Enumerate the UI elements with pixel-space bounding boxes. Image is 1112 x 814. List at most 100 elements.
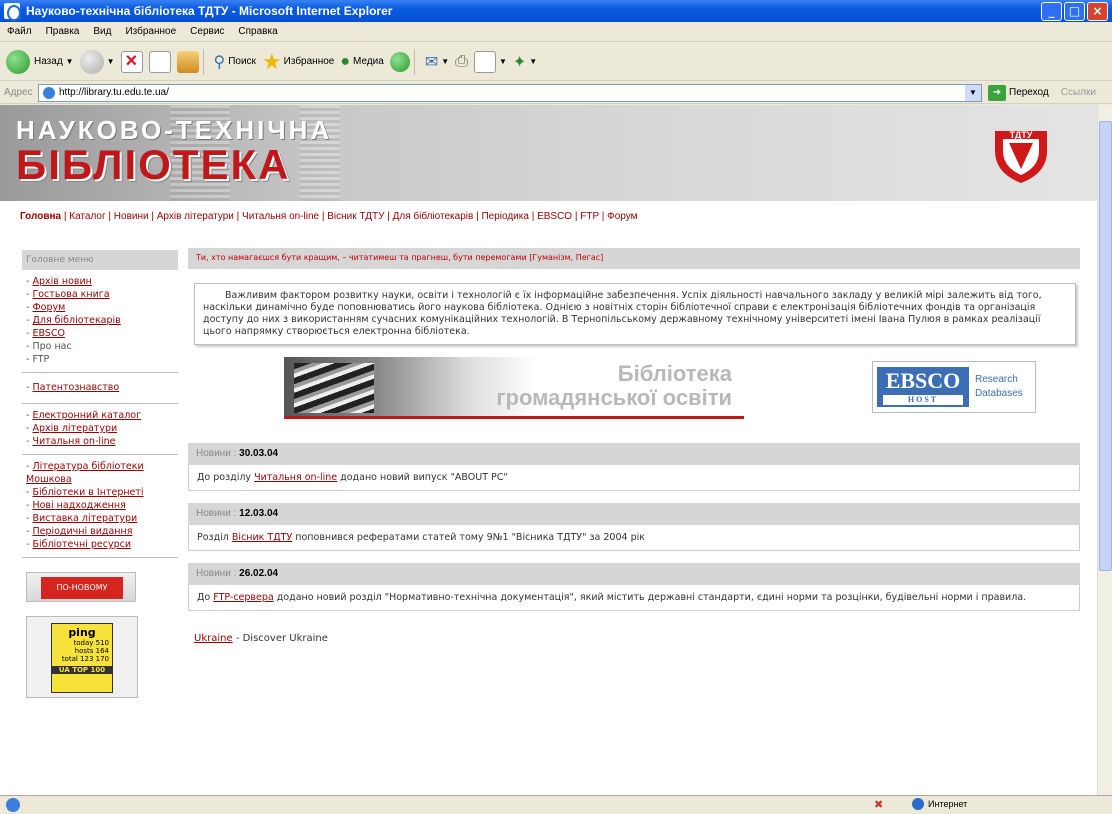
ebsco-tagline-line2: Databases <box>975 388 1023 399</box>
ebsco-banner[interactable]: EBSCO HOST Research Databases <box>872 361 1036 413</box>
sidebar-link-resources[interactable]: Бібліотечні ресурси <box>32 539 131 550</box>
mail-button[interactable]: ✉ ▼ <box>425 52 449 72</box>
sidebar-link-patents[interactable]: Патентознавство <box>32 382 119 393</box>
promo-banner[interactable]: ПО-НОВОМУ <box>26 572 136 602</box>
news-link[interactable]: Вісник ТДТУ <box>232 532 292 543</box>
print-button[interactable]: ⎙ <box>455 53 468 71</box>
counter-widget[interactable]: ping today 510 hosts 164 total 123 170 U… <box>26 616 138 698</box>
nav-archive[interactable]: Архів літератури <box>157 211 234 222</box>
media-icon: ● <box>340 52 351 70</box>
menu-tools[interactable]: Сервис <box>190 26 224 37</box>
sidebar-link-ebsco[interactable]: EBSCO <box>32 328 65 339</box>
news-text-pre: До розділу <box>197 472 255 483</box>
civic-education-library-banner[interactable]: Бібліотека громадянської освіти <box>284 357 744 419</box>
chevron-down-icon[interactable]: ▼ <box>965 84 981 101</box>
logo-text: ТДТУ <box>1010 130 1033 140</box>
edit-button[interactable]: ▼ <box>473 50 507 73</box>
sidebar-link-reading-room[interactable]: Читальня on-line <box>32 436 115 447</box>
menu-view[interactable]: Вид <box>93 26 111 37</box>
news-date: 30.03.04 <box>239 448 279 459</box>
minimize-button[interactable]: _ <box>1041 2 1062 21</box>
menu-edit[interactable]: Правка <box>46 26 80 37</box>
go-button[interactable]: ➔ Переход <box>988 84 1049 101</box>
search-label: Поиск <box>228 56 256 67</box>
sidebar-item: - Про нас <box>26 341 72 352</box>
close-button[interactable]: × <box>1087 2 1108 21</box>
news-text-post: поповнився рефератами статей тому 9№1 "В… <box>292 532 645 543</box>
sidebar-link-moshkov[interactable]: Література бібліотеки Мошкова <box>26 461 144 485</box>
print-icon: ⎙ <box>455 52 468 70</box>
favorites-button[interactable]: ★ Избранное <box>262 49 334 75</box>
sidebar-item: - Бібліотеки в Інтернеті <box>26 487 144 498</box>
home-button[interactable] <box>176 50 199 73</box>
footer-link-ukraine[interactable]: Ukraine <box>194 633 233 644</box>
nav-forum[interactable]: Форум <box>607 211 637 222</box>
news-label: Новини <box>196 568 231 579</box>
address-label: Адрес <box>4 87 33 98</box>
chevron-down-icon: ▼ <box>529 57 538 66</box>
menu-file[interactable]: Файл <box>7 26 32 37</box>
media-label: Медиа <box>353 56 384 67</box>
media-button[interactable]: ● Медиа <box>340 53 383 71</box>
favorites-star-icon: ★ <box>261 48 282 74</box>
sidebar-link-guestbook[interactable]: Гостьова книга <box>32 289 109 300</box>
sidebar: Головне меню - Архів новин - Гостьова кн… <box>22 250 178 698</box>
news-date: 26.02.04 <box>239 568 279 579</box>
stop-button[interactable] <box>120 50 143 73</box>
history-button[interactable] <box>389 51 410 72</box>
nav-bulletin[interactable]: Вісник ТДТУ <box>327 211 384 222</box>
news-link[interactable]: FTP-сервера <box>213 592 273 603</box>
top100-badge: UA TOP 100 <box>52 666 112 674</box>
news-link[interactable]: Читальня on-line <box>254 472 337 483</box>
sidebar-link-forum[interactable]: Форум <box>32 302 65 313</box>
nav-catalog[interactable]: Каталог <box>69 211 105 222</box>
ie-icon <box>4 3 21 21</box>
messenger-icon: ✦ <box>512 53 527 71</box>
menu-favorites[interactable]: Избранное <box>125 26 176 37</box>
scrollbar-thumb[interactable] <box>1099 121 1112 571</box>
back-button[interactable]: Назад ▼ <box>6 49 74 74</box>
ebsco-logo-text: EBSCO <box>885 368 961 393</box>
menu-help[interactable]: Справка <box>238 26 277 37</box>
sidebar-link-news-archive[interactable]: Архів новин <box>32 276 91 287</box>
ebsco-tagline-line1: Research <box>975 374 1018 385</box>
vertical-scrollbar[interactable] <box>1097 105 1112 795</box>
news-label: Новини <box>196 508 231 519</box>
nav-news[interactable]: Новини <box>114 211 149 222</box>
nav-home[interactable]: Головна <box>20 211 61 222</box>
globe-icon <box>912 798 924 810</box>
sidebar-item: - Для бібліотекарів <box>26 315 121 326</box>
page-viewport: НАУКОВО-ТЕХНІЧНА БІБЛІОТЕКА ТДТУ Головна… <box>0 105 1097 795</box>
sidebar-link-periodicals[interactable]: Періодичні видання <box>32 526 132 537</box>
sidebar-link-internet-libraries[interactable]: Бібліотеки в Інтернеті <box>32 487 143 498</box>
sidebar-item: - Форум <box>26 302 66 313</box>
messenger-button[interactable]: ✦ ▼ <box>513 52 537 72</box>
sidebar-item: - Гостьова книга <box>26 289 110 300</box>
nav-ftp[interactable]: FTP <box>580 211 599 222</box>
nav-periodicals[interactable]: Періодика <box>481 211 528 222</box>
nav-ebsco[interactable]: EBSCO <box>537 211 572 222</box>
sidebar-link-lit-archive[interactable]: Архів літератури <box>32 423 117 434</box>
top-navigation: Головна | Каталог | Новини | Архів літер… <box>20 211 638 222</box>
sidebar-item: - Виставка літератури <box>26 513 138 524</box>
maximize-button[interactable]: □ <box>1064 2 1085 21</box>
search-button[interactable]: ⚲ Поиск <box>214 52 256 72</box>
news-item: Новини : 12.03.04 Розділ Вісник ТДТУ поп… <box>188 503 1080 551</box>
ping-row: hosts 164 <box>74 647 109 655</box>
sidebar-link-about[interactable]: Про нас <box>32 341 71 352</box>
footer-text: - Discover Ukraine <box>232 633 328 644</box>
back-arrow-icon <box>6 49 30 74</box>
sidebar-link-new-arrivals[interactable]: Нові надходження <box>32 500 125 511</box>
nav-librarians[interactable]: Для бібліотекарів <box>393 211 474 222</box>
sidebar-link-librarians[interactable]: Для бібліотекарів <box>32 315 120 326</box>
nav-reading-room[interactable]: Читальня on-line <box>242 211 319 222</box>
banner-title-line2: БІБЛІОТЕКА <box>16 141 291 188</box>
sidebar-link-exhibition[interactable]: Виставка літератури <box>32 513 137 524</box>
forward-button[interactable]: ▼ <box>79 49 115 74</box>
sidebar-link-ftp[interactable]: FTP <box>32 354 49 365</box>
refresh-button[interactable] <box>148 50 171 73</box>
sidebar-link-ecatalog[interactable]: Електронний каталог <box>32 410 141 421</box>
sidebar-group-main: - Архів новин - Гостьова книга - Форум -… <box>22 270 178 373</box>
links-button[interactable]: Ссылки <box>1061 87 1096 98</box>
address-input[interactable]: http://library.tu.edu.te.ua/ ▼ <box>38 83 982 102</box>
